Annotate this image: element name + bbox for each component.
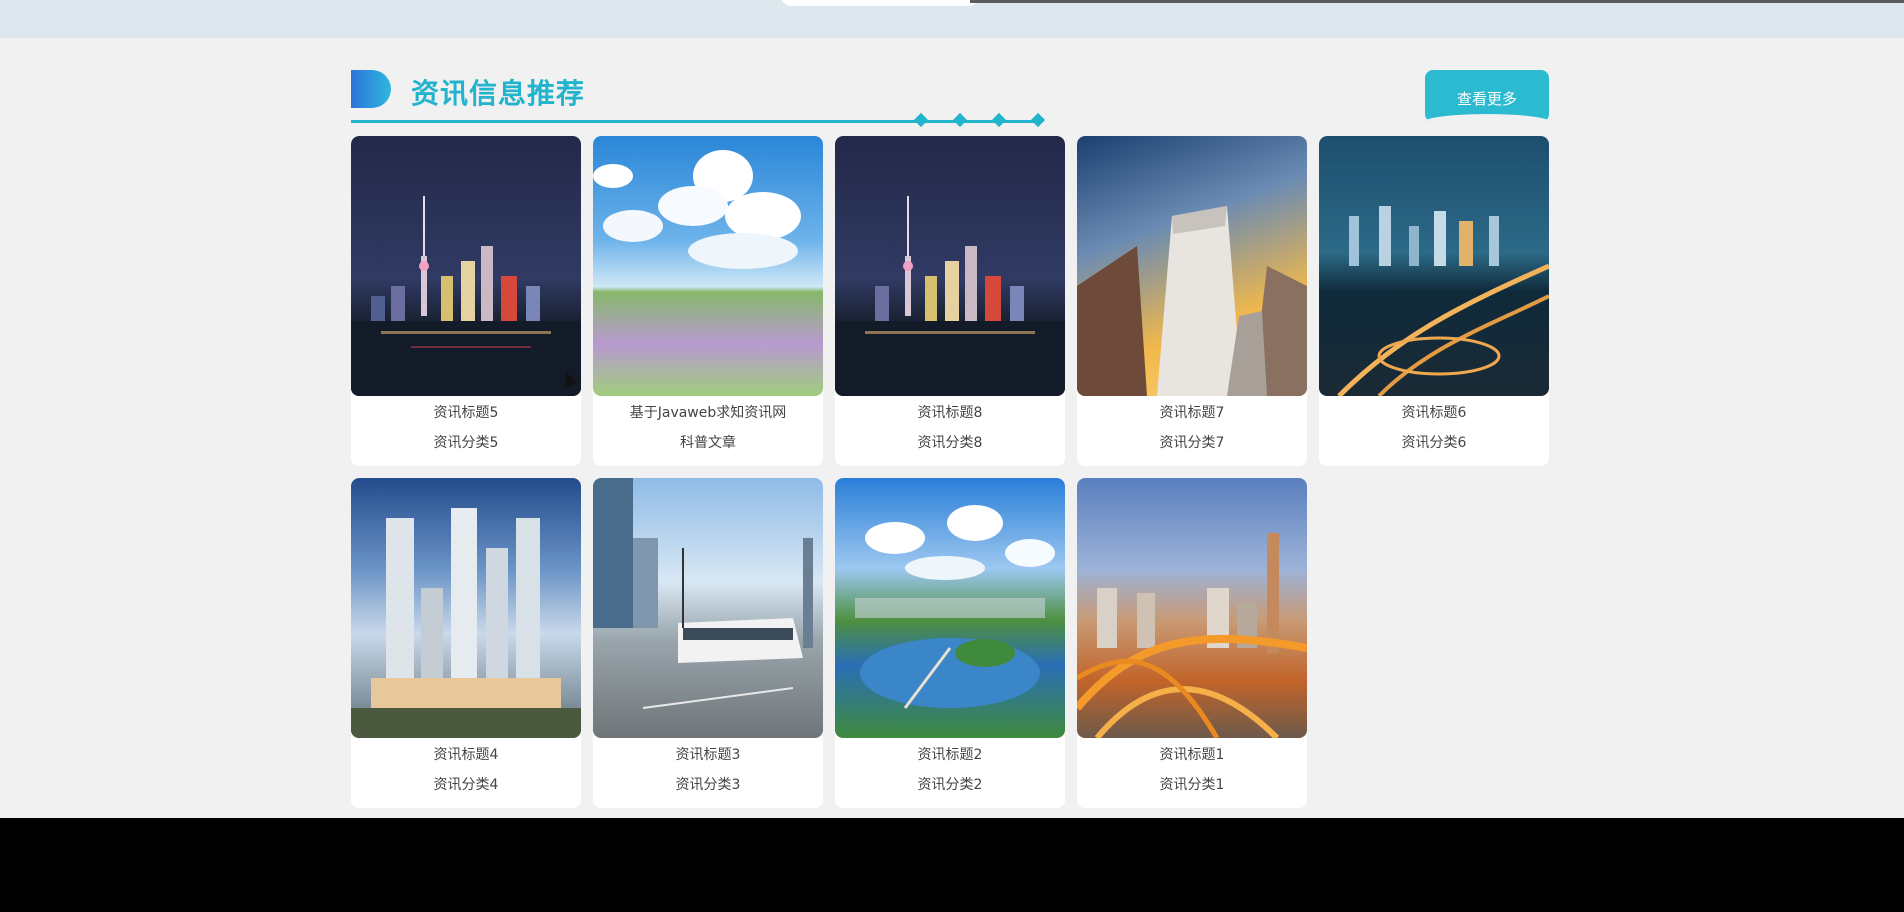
clouds-field-illustration xyxy=(593,150,801,269)
diamond-icon xyxy=(1030,112,1046,128)
news-card[interactable]: 资讯标题7 资讯分类7 xyxy=(1077,136,1307,466)
top-banner-edge xyxy=(0,0,1904,38)
news-image xyxy=(351,136,581,396)
news-category: 资讯分类6 xyxy=(1401,435,1467,451)
banner-arc xyxy=(780,0,980,6)
news-title: 基于Javaweb求知资讯网 xyxy=(629,405,787,421)
news-image xyxy=(1077,136,1307,396)
news-card[interactable]: 资讯标题2 资讯分类2 xyxy=(835,478,1065,808)
tram-street-illustration xyxy=(593,478,813,709)
footer xyxy=(0,818,1904,912)
banner-bar xyxy=(970,0,1904,3)
news-category: 资讯分类4 xyxy=(433,777,499,793)
view-more-label: 查看更多 xyxy=(1456,90,1517,108)
diamond-icon xyxy=(952,112,968,128)
news-title: 资讯标题1 xyxy=(1159,747,1225,763)
title-underline xyxy=(351,120,1041,123)
news-image xyxy=(835,478,1065,738)
news-image xyxy=(835,136,1065,396)
diamond-icon xyxy=(991,112,1007,128)
news-card[interactable]: 资讯标题4 资讯分类4 xyxy=(351,478,581,808)
skyscraper-illustration xyxy=(1077,206,1307,396)
news-title: 资讯标题5 xyxy=(433,405,499,421)
towers-illustration xyxy=(351,508,581,738)
news-grid: 资讯标题5 资讯分类5 基于Javaweb求知资讯网 科普文章 资讯标题8 资讯… xyxy=(351,136,1561,808)
news-title: 资讯标题6 xyxy=(1401,405,1467,421)
city-overpass-illustration xyxy=(1077,533,1307,738)
news-image xyxy=(1077,478,1307,738)
news-category: 资讯分类1 xyxy=(1159,777,1225,793)
lake-park-illustration xyxy=(855,505,1055,709)
news-title: 资讯标题2 xyxy=(917,747,983,763)
news-category: 资讯分类3 xyxy=(675,777,741,793)
news-card[interactable]: 资讯标题5 资讯分类5 xyxy=(351,136,581,466)
news-image xyxy=(351,478,581,738)
news-recommend-section: 资讯信息推荐 查看更多 资讯标题5 资讯分类5 基于Javaweb求知资讯网 科… xyxy=(351,70,1549,808)
news-card[interactable]: 基于Javaweb求知资讯网 科普文章 xyxy=(593,136,823,466)
news-category: 资讯分类8 xyxy=(917,435,983,451)
news-image xyxy=(593,478,823,738)
news-card[interactable]: 资讯标题6 资讯分类6 xyxy=(1319,136,1549,466)
news-card[interactable]: 资讯标题1 资讯分类1 xyxy=(1077,478,1307,808)
news-title: 资讯标题4 xyxy=(433,747,499,763)
view-more-button[interactable]: 查看更多 xyxy=(1425,70,1549,122)
section-header: 资讯信息推荐 查看更多 xyxy=(351,70,1549,128)
diamond-icon xyxy=(913,112,929,128)
news-category: 资讯分类7 xyxy=(1159,435,1225,451)
news-image xyxy=(593,136,823,396)
news-card[interactable]: 资讯标题8 资讯分类8 xyxy=(835,136,1065,466)
skyline-illustration xyxy=(351,196,581,396)
news-image xyxy=(1319,136,1549,396)
section-title: 资讯信息推荐 xyxy=(411,77,586,110)
news-card[interactable]: 资讯标题3 资讯分类3 xyxy=(593,478,823,808)
news-category: 资讯分类2 xyxy=(917,777,983,793)
news-title: 资讯标题8 xyxy=(917,405,983,421)
news-title: 资讯标题3 xyxy=(675,747,741,763)
city-bridge-illustration xyxy=(1337,206,1549,396)
news-category: 资讯分类5 xyxy=(433,435,499,451)
news-title: 资讯标题7 xyxy=(1159,405,1225,421)
skyline-illustration xyxy=(835,196,1065,396)
title-marker-icon xyxy=(351,70,391,108)
news-category: 科普文章 xyxy=(680,435,736,451)
